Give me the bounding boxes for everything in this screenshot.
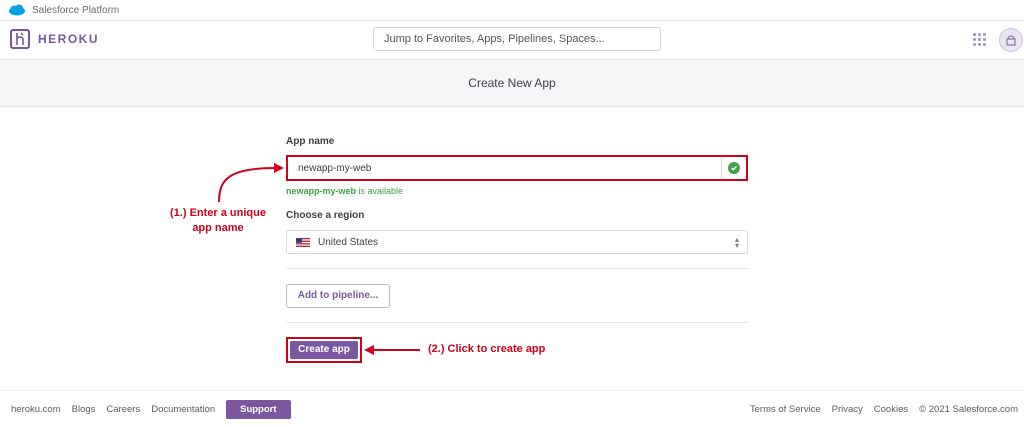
- annotation-step1-line1: (1.) Enter a unique: [170, 207, 266, 219]
- footer-link-documentation[interactable]: Documentation: [151, 404, 215, 415]
- support-button[interactable]: Support: [226, 400, 291, 419]
- annotation-step1: (1.) Enter a unique app name: [155, 206, 281, 236]
- footer-link-careers[interactable]: Careers: [106, 404, 140, 415]
- annotation-arrows: [218, 163, 420, 355]
- annotation-step1-line2: app name: [192, 222, 244, 234]
- footer-link-heroku[interactable]: heroku.com: [11, 404, 61, 415]
- footer-link-blogs[interactable]: Blogs: [72, 404, 96, 415]
- footer-link-terms[interactable]: Terms of Service: [750, 404, 821, 415]
- footer-links-left: heroku.com Blogs Careers Documentation S…: [11, 400, 302, 419]
- footer-links-right: Terms of Service Privacy Cookies © 2021 …: [739, 404, 1018, 415]
- footer-copyright: © 2021 Salesforce.com: [919, 404, 1018, 415]
- footer: heroku.com Blogs Careers Documentation S…: [0, 390, 1024, 427]
- annotation-step2: (2.) Click to create app: [428, 343, 546, 355]
- footer-link-cookies[interactable]: Cookies: [874, 404, 908, 415]
- footer-link-privacy[interactable]: Privacy: [832, 404, 863, 415]
